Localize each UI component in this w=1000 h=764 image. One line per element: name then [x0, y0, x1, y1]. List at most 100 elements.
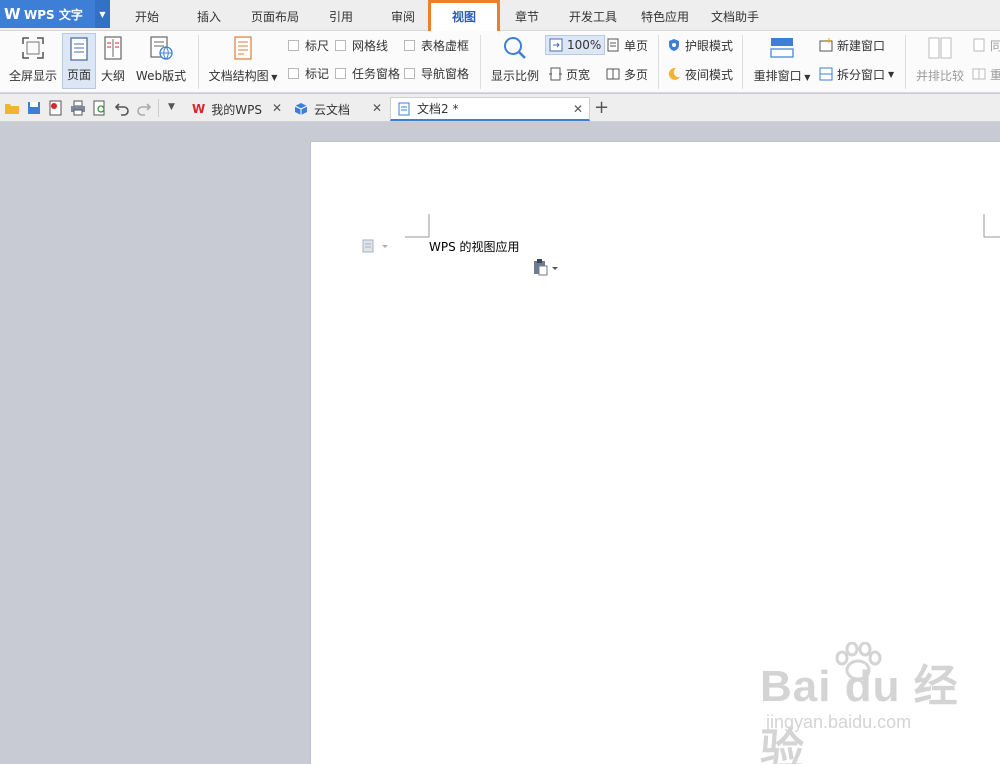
ribbon-divider [658, 35, 659, 89]
new-tab-plus-icon[interactable]: + [594, 97, 609, 118]
new-window-icon [819, 38, 833, 52]
outline-label: 大纲 [100, 69, 125, 83]
tab-developer[interactable]: 开发工具 [562, 0, 624, 31]
sync-scroll-icon [973, 38, 985, 52]
tab-page-layout[interactable]: 页面布局 [244, 0, 306, 31]
rearrange-window-button[interactable]: 重排窗口 ▼ [750, 35, 814, 89]
eye-mode-label: 护眼模式 [685, 38, 734, 53]
outline-button[interactable]: 大纲 [98, 35, 128, 89]
tab-chapter[interactable]: 章节 [504, 0, 550, 31]
page-width-button[interactable]: 页宽 [548, 65, 590, 83]
page-icon [70, 37, 88, 61]
doc-tab-my-wps[interactable]: W 我的WPS ✕ [186, 97, 288, 121]
moon-icon [668, 67, 680, 80]
tab-insert[interactable]: 插入 [184, 0, 234, 31]
close-icon[interactable]: ✕ [573, 102, 583, 116]
reset-position-icon [972, 68, 986, 80]
wps-logo-icon: W [4, 5, 21, 23]
ribbon-divider [742, 35, 743, 89]
quick-access-bar: ▼ W 我的WPS ✕ 云文档 ✕ 文档2 * ✕ [0, 94, 1000, 122]
single-page-icon [607, 38, 619, 52]
baidu-jingyan-watermark: Bai du 经验 jingyan.baidu.com [760, 642, 1000, 764]
chevron-down-icon[interactable]: ▼ [95, 0, 110, 28]
rearrange-window-label: 重排窗口 ▼ [753, 69, 811, 83]
document-text[interactable]: WPS 的视图应用 [429, 238, 520, 255]
side-by-side-icon [928, 37, 952, 59]
app-name: WPS 文字 [24, 7, 83, 22]
page-width-icon [549, 67, 562, 81]
doc-structure-label: 文档结构图 ▼ [208, 69, 278, 83]
sync-scroll-button[interactable]: 同 [972, 36, 1000, 54]
sync-scroll-label: 同 [990, 38, 1000, 53]
page-width-label: 页宽 [566, 67, 591, 82]
ribbon-divider [905, 35, 906, 89]
outline-icon [104, 36, 122, 60]
wps-brand-icon: W [192, 102, 206, 116]
tab-references[interactable]: 引用 [318, 0, 364, 31]
paw-logo-icon [835, 642, 882, 681]
multi-page-button[interactable]: 多页 [606, 65, 648, 83]
zoom-button[interactable]: 显示比例 [488, 35, 542, 89]
doc-structure-icon [234, 36, 252, 60]
table-grid-checkbox[interactable]: 表格虚框 [404, 37, 469, 54]
single-page-button[interactable]: 单页 [606, 36, 648, 54]
multi-page-label: 多页 [624, 67, 649, 82]
night-mode-label: 夜间模式 [685, 67, 734, 82]
export-pdf-icon[interactable] [48, 100, 64, 116]
reset-position-button[interactable]: 重 [972, 65, 1000, 83]
table-grid-label: 表格虚框 [421, 39, 470, 53]
doc-tab-label: 文档2 * [417, 102, 459, 116]
tab-review[interactable]: 审阅 [380, 0, 426, 31]
watermark-url: jingyan.baidu.com [766, 712, 912, 732]
marks-label: 标记 [305, 67, 330, 81]
tab-special-apps[interactable]: 特色应用 [634, 0, 696, 31]
zoom-100-label: 100% [567, 38, 602, 52]
undo-icon[interactable] [114, 100, 130, 116]
qbar-divider [158, 99, 159, 117]
marks-checkbox[interactable]: 标记 [288, 65, 329, 82]
doc-tab-document2[interactable]: 文档2 * ✕ [390, 97, 590, 121]
cloud-cube-icon [294, 103, 308, 115]
reset-position-label: 重 [990, 67, 1000, 82]
doc-tab-cloud-docs[interactable]: 云文档 ✕ [288, 97, 388, 121]
split-window-button[interactable]: 拆分窗口 ▼ [819, 65, 894, 83]
ruler-label: 标尺 [305, 39, 330, 53]
nav-pane-label: 导航窗格 [421, 67, 470, 81]
task-pane-checkbox[interactable]: 任务窗格 [335, 65, 400, 82]
gridlines-checkbox[interactable]: 网格线 [335, 37, 388, 54]
paragraph-handle-icon[interactable] [362, 239, 390, 253]
app-menu-button[interactable]: W WPS 文字 ▼ [0, 0, 110, 28]
tab-start[interactable]: 开始 [122, 0, 172, 31]
night-mode-button[interactable]: 夜间模式 [667, 65, 733, 83]
doc-structure-button[interactable]: 文档结构图 ▼ [204, 35, 282, 89]
customize-chevron-icon[interactable]: ▼ [168, 102, 175, 112]
close-icon[interactable]: ✕ [272, 101, 282, 115]
new-window-button[interactable]: 新建窗口 [819, 36, 885, 54]
web-view-label: Web版式 [135, 69, 187, 83]
print-icon[interactable] [70, 100, 86, 116]
split-window-label: 拆分窗口 [837, 67, 886, 82]
print-preview-icon[interactable] [92, 100, 108, 116]
menu-bar: W WPS 文字 ▼ 开始 插入 页面布局 引用 审阅 视图 章节 开发工具 特… [0, 0, 1000, 34]
ruler-checkbox[interactable]: 标尺 [288, 37, 329, 54]
web-view-button[interactable]: Web版式 [132, 35, 190, 89]
save-icon[interactable] [26, 100, 42, 116]
shield-eye-icon [669, 39, 679, 51]
close-icon[interactable]: ✕ [372, 101, 382, 115]
fullscreen-button[interactable]: 全屏显示 [4, 35, 62, 89]
side-by-side-button[interactable]: 并排比较 [912, 35, 968, 89]
tab-doc-assistant[interactable]: 文档助手 [704, 0, 766, 31]
open-folder-icon[interactable] [4, 100, 20, 116]
zoom-100-button[interactable]: 100% [545, 35, 606, 55]
paste-options-icon[interactable] [532, 258, 560, 276]
eye-mode-button[interactable]: 护眼模式 [667, 36, 733, 54]
nav-pane-checkbox[interactable]: 导航窗格 [404, 65, 469, 82]
multi-page-icon [606, 68, 620, 80]
tab-view[interactable]: 视图 [428, 0, 500, 34]
doc-tab-label: 云文档 [314, 102, 351, 117]
side-by-side-label: 并排比较 [915, 69, 964, 83]
redo-icon[interactable] [136, 100, 152, 116]
page-view-button[interactable]: 页面 [62, 33, 96, 89]
fullscreen-label: 全屏显示 [8, 69, 57, 83]
margin-corner-mark [983, 214, 1000, 238]
